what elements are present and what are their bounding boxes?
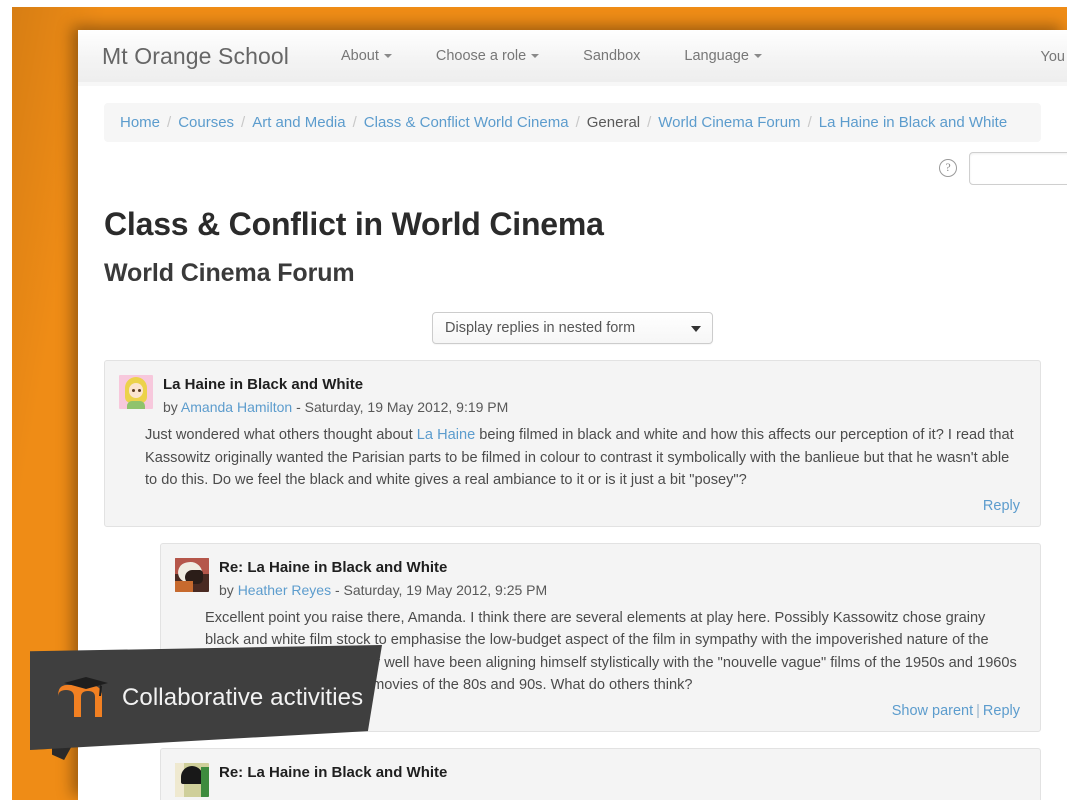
post-actions: Reply — [119, 492, 1026, 520]
breadcrumb-separator: / — [241, 114, 246, 131]
overlay-banner-label: Collaborative activities — [122, 683, 364, 711]
display-mode-row: Display replies in nested form — [104, 312, 1041, 344]
post-author-link[interactable]: Heather Reyes — [238, 582, 331, 598]
breadcrumb-item-general: General — [586, 114, 641, 131]
avatar-detail — [138, 389, 141, 392]
byline-prefix: by — [219, 581, 234, 598]
forum-title: World Cinema Forum — [104, 259, 355, 287]
nav-item-language[interactable]: Language — [662, 48, 784, 64]
nav-item-choose-a-role-label: Choose a role — [435, 48, 527, 64]
post-byline: by Amanda Hamilton - Saturday, 19 May 20… — [163, 398, 508, 416]
avatar-detail — [127, 401, 145, 409]
breadcrumb-item-world-cinema-forum[interactable]: World Cinema Forum — [658, 114, 800, 131]
search-input[interactable] — [969, 152, 1067, 185]
post-heading-text: Re: La Haine in Black and White — [219, 763, 447, 782]
chevron-down-icon — [753, 54, 762, 58]
post-body-link-la-haine[interactable]: La Haine — [417, 427, 475, 443]
chevron-down-icon — [383, 54, 392, 58]
post-subject: La Haine in Black and White — [163, 376, 364, 393]
nav-item-choose-a-role[interactable]: Choose a role — [414, 48, 561, 64]
breadcrumb-separator: / — [167, 114, 172, 131]
nav-item-language-label: Language — [684, 48, 749, 64]
moodle-logo-icon — [56, 676, 110, 719]
post-header: Re: La Haine in Black and White by Heath… — [175, 557, 1026, 599]
breadcrumb-separator: / — [807, 114, 812, 131]
nav-item-sandbox[interactable]: Sandbox — [561, 48, 662, 64]
breadcrumb-item-class-conflict-world-cinema[interactable]: Class & Conflict World Cinema — [364, 114, 569, 131]
post-author-link[interactable]: Amanda Hamilton — [181, 399, 292, 415]
display-replies-select[interactable]: Display replies in nested form — [432, 312, 713, 344]
navbar-menu: About Choose a role Sandbox Language — [319, 48, 784, 64]
breadcrumb-container: Home / Courses / Art and Media / Class & Confl… — [78, 83, 1067, 142]
breadcrumb-item-home[interactable]: Home — [120, 114, 160, 131]
post-header: La Haine in Black and White by Amanda Ha… — [119, 375, 1026, 416]
breadcrumb-separator: / — [352, 114, 357, 131]
post-header: Re: La Haine in Black and White — [175, 762, 1026, 797]
post-byline: by Heather Reyes - Saturday, 19 May 2012… — [219, 581, 547, 599]
chevron-down-icon — [691, 326, 701, 332]
avatar[interactable] — [119, 375, 153, 409]
post-heading-text: La Haine in Black and White by Amanda Ha… — [163, 375, 508, 416]
post-subject: Re: La Haine in Black and White — [219, 558, 448, 576]
breadcrumb-separator: / — [647, 114, 652, 131]
site-brand[interactable]: Mt Orange School — [102, 43, 289, 70]
post-date: Saturday, 19 May 2012, 9:19 PM — [304, 399, 509, 415]
chevron-down-icon — [531, 54, 540, 58]
page-title: Class & Conflict in World Cinema — [104, 206, 604, 242]
post-body: Just wondered what others thought about … — [119, 424, 1026, 492]
action-separator: | — [976, 702, 980, 719]
avatar-detail — [175, 580, 193, 592]
reply-link[interactable]: Reply — [983, 703, 1020, 719]
breadcrumb-item-la-haine-in-black-and-white[interactable]: La Haine in Black and White — [819, 114, 1007, 131]
slide-top-margin — [0, 0, 1067, 7]
byline-dash: - — [334, 581, 340, 598]
nav-item-about-label: About — [340, 48, 379, 64]
avatar[interactable] — [175, 557, 209, 592]
breadcrumb-item-courses[interactable]: Courses — [178, 114, 234, 131]
nav-user-menu[interactable]: You — [1041, 49, 1067, 65]
show-parent-link[interactable]: Show parent — [892, 703, 973, 719]
byline-dash: - — [296, 399, 301, 415]
avatar-detail — [132, 389, 135, 392]
display-replies-select-value: Display replies in nested form — [445, 320, 636, 336]
slide-left-margin — [0, 0, 12, 800]
byline-prefix: by — [163, 399, 178, 415]
forum-post: La Haine in Black and White by Amanda Ha… — [104, 360, 1041, 527]
toolbar-row: ? — [78, 142, 1067, 198]
navbar-right: You — [1041, 30, 1067, 83]
breadcrumb-separator: / — [575, 114, 580, 131]
breadcrumb-item-art-and-media[interactable]: Art and Media — [252, 114, 345, 131]
avatar-detail — [181, 765, 203, 784]
nav-item-sandbox-label: Sandbox — [583, 48, 641, 64]
post-heading-text: Re: La Haine in Black and White by Heath… — [219, 558, 547, 599]
post-body-text-start: Just wondered what others thought about — [145, 427, 417, 443]
breadcrumb: Home / Courses / Art and Media / Class & Confl… — [104, 103, 1041, 142]
avatar-detail — [201, 766, 209, 797]
site-navbar: Mt Orange School About Choose a role San… — [78, 30, 1067, 86]
reply-link[interactable]: Reply — [983, 498, 1020, 514]
post-subject: Re: La Haine in Black and White — [219, 763, 448, 781]
post-date: Saturday, 19 May 2012, 9:25 PM — [343, 581, 548, 598]
help-circle-icon[interactable]: ? — [939, 159, 957, 177]
nav-item-about[interactable]: About — [319, 48, 414, 64]
avatar[interactable] — [175, 762, 209, 797]
forum-post: Re: La Haine in Black and White — [160, 747, 1041, 800]
